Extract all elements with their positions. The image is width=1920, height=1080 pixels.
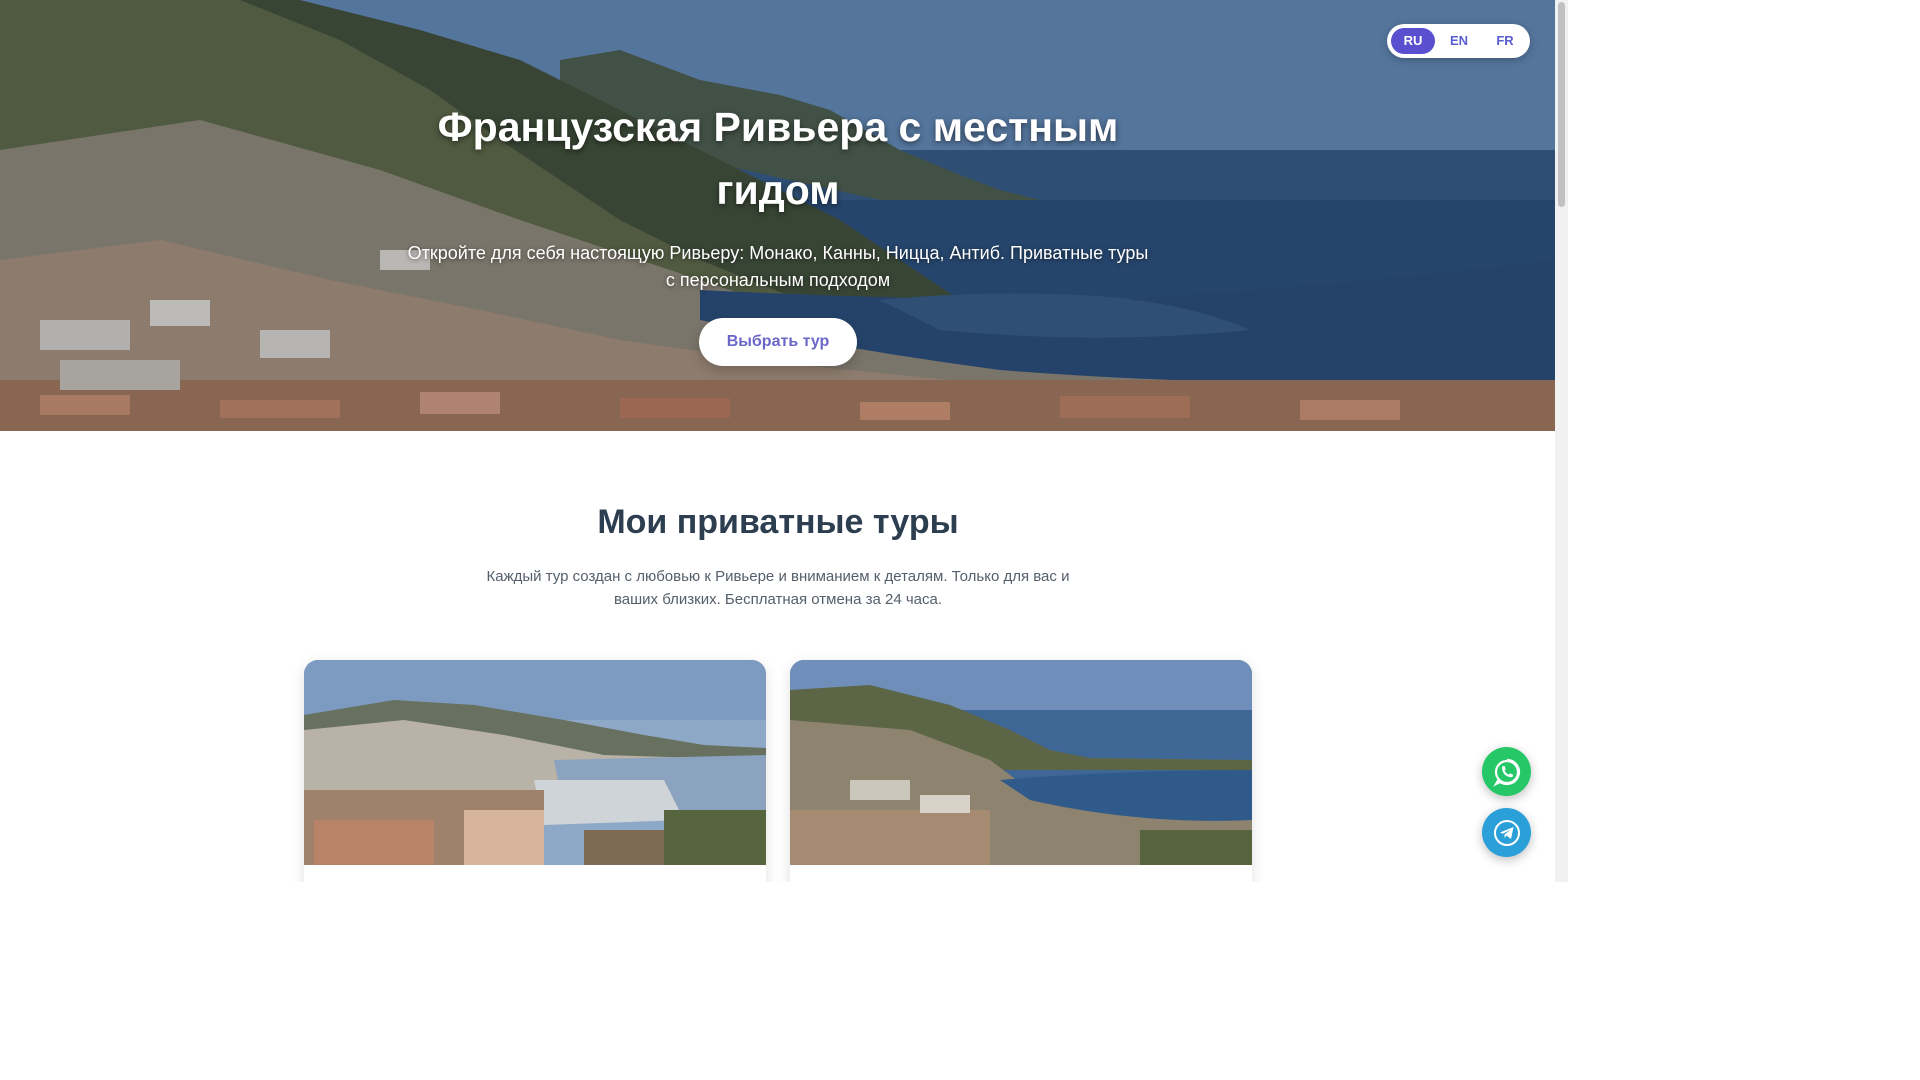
telegram-icon xyxy=(1493,819,1520,846)
hero-subtitle: Откройте для себя настоящую Ривьеру: Мон… xyxy=(407,243,1149,290)
tour-card-monaco[interactable] xyxy=(304,660,766,882)
choose-tour-button[interactable]: Выбрать тур xyxy=(699,318,857,366)
tour-card-villefranche[interactable] xyxy=(790,660,1252,882)
page: RU EN FR Французская Ривьера с местным г… xyxy=(0,0,1555,882)
lang-button-ru[interactable]: RU xyxy=(1391,28,1435,54)
tour-card-image xyxy=(304,660,766,865)
tours-section-title: Мои приватные туры xyxy=(597,503,959,541)
scrollbar[interactable] xyxy=(1555,0,1568,882)
language-switcher: RU EN FR xyxy=(1387,24,1530,58)
whatsapp-icon xyxy=(1492,758,1520,787)
hero-title: Французская Ривьера с местным гидом xyxy=(437,104,1119,213)
whatsapp-button[interactable] xyxy=(1482,747,1531,796)
telegram-button[interactable] xyxy=(1482,808,1531,857)
tour-card-image xyxy=(790,660,1252,865)
scrollbar-thumb[interactable] xyxy=(1558,2,1565,207)
lang-button-en[interactable]: EN xyxy=(1437,28,1481,54)
lang-button-fr[interactable]: FR xyxy=(1483,28,1527,54)
hero-section: RU EN FR Французская Ривьера с местным г… xyxy=(0,0,1555,431)
tours-section-description: Каждый тур создан с любовью к Ривьере и … xyxy=(486,568,1070,608)
